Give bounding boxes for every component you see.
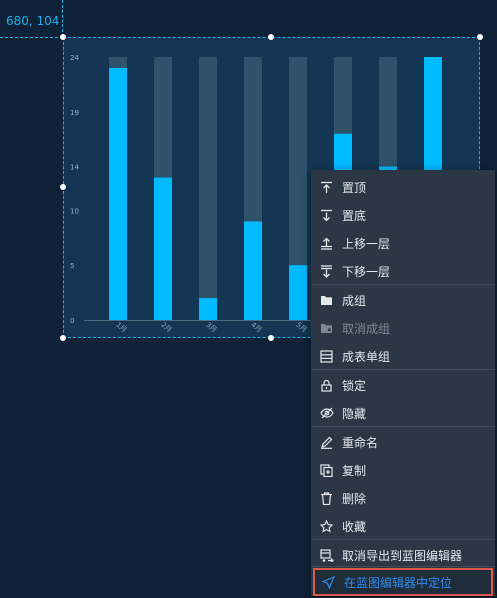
menu-item-label: 下移一层 (342, 264, 391, 279)
y-tick-label: 5 (70, 262, 74, 270)
menu-item-label: 取消成组 (342, 321, 391, 336)
menu-item-label: 隐藏 (342, 406, 367, 421)
form-group-icon (320, 349, 338, 363)
folder-icon (320, 293, 338, 307)
move-to-bottom-icon (320, 208, 338, 222)
resize-handle-top-right[interactable] (477, 34, 483, 40)
export-icon (320, 548, 338, 562)
x-tick-label: 3月 (204, 321, 218, 335)
menu-item-label: 锁定 (342, 378, 367, 393)
menu-item-move-down[interactable]: 下移一层 (311, 257, 495, 285)
star-icon (320, 519, 338, 533)
menu-item-label: 删除 (342, 491, 367, 506)
resize-handle-top[interactable] (268, 34, 274, 40)
menu-item-label: 成表单组 (342, 349, 391, 364)
pencil-icon (320, 435, 338, 449)
context-menu: 置顶置底上移一层下移一层成组取消成组成表单组锁定隐藏重命名复制删除收藏取消导出到… (311, 170, 495, 596)
menu-item-pencil[interactable]: 重命名 (311, 428, 495, 456)
menu-item-copy[interactable]: 复制 (311, 456, 495, 484)
menu-item-label: 置底 (342, 208, 367, 223)
y-tick-label: 24 (70, 54, 79, 62)
resize-handle-bottom-left[interactable] (60, 335, 66, 341)
menu-item-ungroup-folder: 取消成组 (311, 314, 495, 342)
menu-item-label: 复制 (342, 463, 367, 478)
y-tick-label: 10 (70, 207, 79, 215)
bar (154, 177, 172, 320)
ungroup-folder-icon (320, 321, 338, 335)
menu-item-label: 置顶 (342, 180, 367, 195)
lock-icon (320, 378, 338, 392)
position-readout: 680, 104 (6, 14, 60, 28)
menu-item-lock[interactable]: 锁定 (311, 371, 495, 399)
bar (109, 67, 127, 320)
menu-item-label: 收藏 (342, 519, 367, 534)
menu-item-label: 上移一层 (342, 236, 391, 251)
position-guide-vertical (62, 0, 63, 37)
eye-hide-icon (320, 406, 338, 420)
menu-item-export[interactable]: 取消导出到蓝图编辑器 (311, 541, 495, 569)
x-tick-label: 1月 (114, 321, 128, 335)
menu-item-label: 成组 (342, 293, 367, 308)
locate-arrow-icon (322, 575, 340, 589)
menu-item-folder[interactable]: 成组 (311, 286, 495, 314)
move-down-icon (320, 264, 338, 278)
menu-item-move-up[interactable]: 上移一层 (311, 229, 495, 257)
menu-item-trash[interactable]: 删除 (311, 484, 495, 512)
menu-item-label: 取消导出到蓝图编辑器 (342, 548, 463, 563)
resize-handle-left[interactable] (60, 184, 66, 190)
y-tick-label: 0 (70, 317, 74, 325)
menu-item-label: 在蓝图编辑器中定位 (344, 575, 453, 590)
menu-item-star[interactable]: 收藏 (311, 512, 495, 540)
copy-icon (320, 463, 338, 477)
x-tick-label: 4月 (249, 321, 263, 335)
resize-handle-top-left[interactable] (60, 34, 66, 40)
trash-icon (320, 491, 338, 505)
bar (199, 298, 217, 320)
menu-item-locate-arrow[interactable]: 在蓝图编辑器中定位 (313, 568, 493, 596)
y-tick-label: 19 (70, 109, 79, 117)
move-up-icon (320, 236, 338, 250)
move-to-top-icon (320, 180, 338, 194)
menu-item-move-to-top[interactable]: 置顶 (311, 173, 495, 201)
bar (244, 221, 262, 320)
menu-item-form-group[interactable]: 成表单组 (311, 342, 495, 370)
x-tick-label: 2月 (159, 321, 173, 335)
menu-item-eye-hide[interactable]: 隐藏 (311, 399, 495, 427)
y-tick-label: 14 (70, 164, 79, 172)
menu-item-label: 重命名 (342, 435, 379, 450)
resize-handle-bottom[interactable] (268, 335, 274, 341)
position-guide-horizontal (0, 37, 63, 38)
menu-item-move-to-bottom[interactable]: 置底 (311, 201, 495, 229)
x-tick-label: 5月 (294, 321, 308, 335)
background-bar (199, 57, 217, 320)
bar (289, 265, 307, 320)
